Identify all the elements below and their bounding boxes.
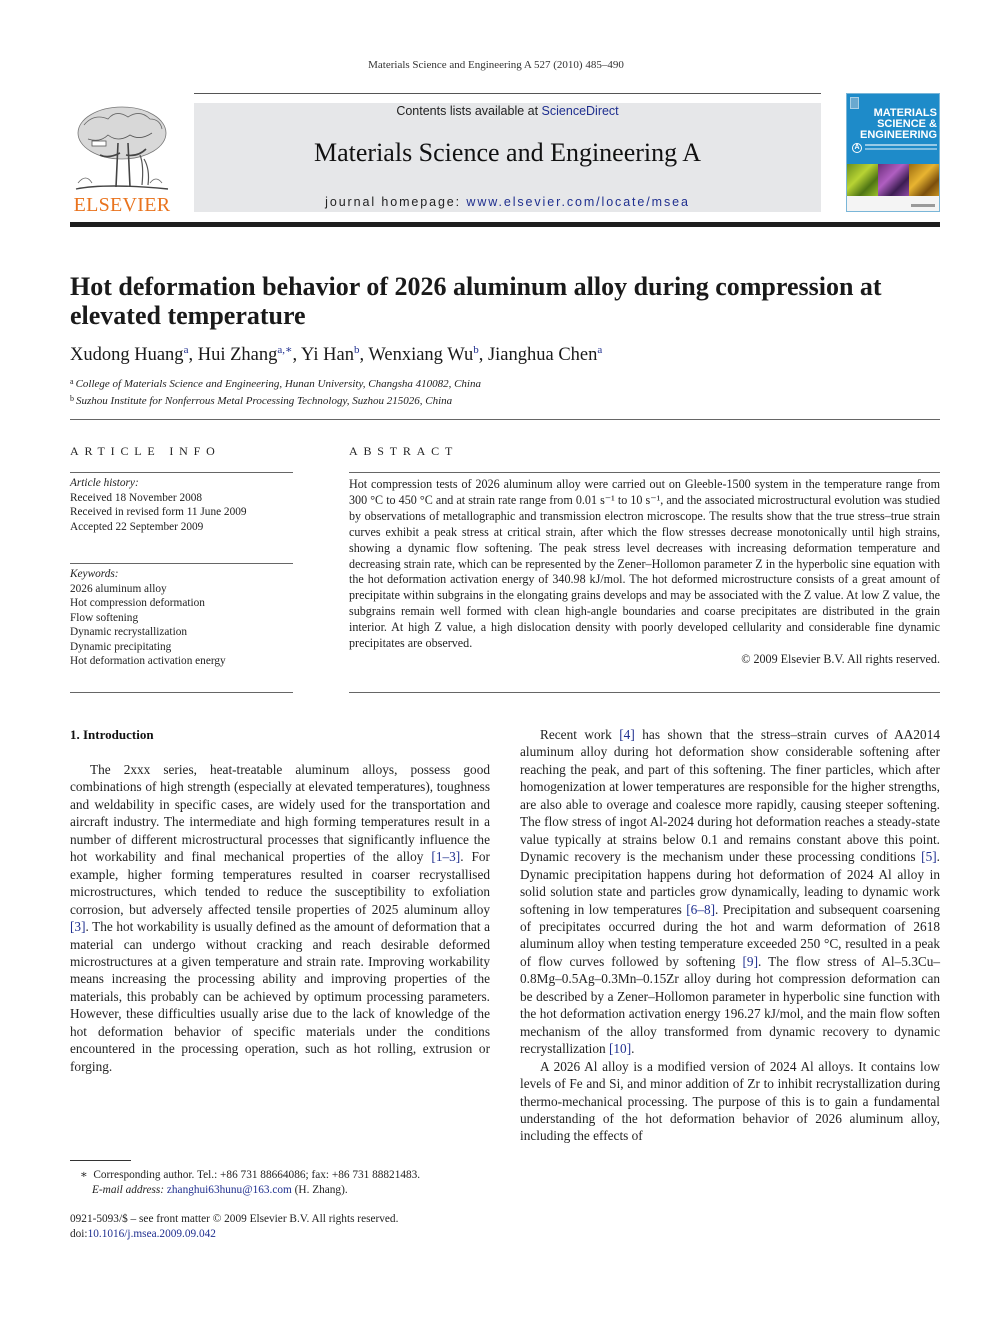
doi-label: doi: [70, 1227, 88, 1240]
divider [70, 472, 293, 473]
cover-micrograph-orange [909, 164, 939, 196]
affiliation-mark: a [70, 377, 74, 386]
cover-micrograph-green [847, 164, 878, 196]
keyword: 2026 aluminum alloy [70, 582, 167, 595]
author-name: Xudong Huang [70, 345, 184, 365]
cover-title-line: ENGINEERING [859, 129, 937, 141]
body-paragraph: The 2xxx series, heat-treatable aluminum… [70, 762, 490, 1074]
contents-line: Contents lists available at ScienceDirec… [194, 103, 821, 119]
divider [70, 419, 940, 420]
footnote-mark: ∗ [80, 1169, 88, 1181]
email-suffix: (H. Zhang). [291, 1183, 348, 1196]
journal-masthead: Contents lists available at ScienceDirec… [194, 103, 821, 212]
front-matter: 0921-5093/$ – see front matter © 2009 El… [70, 1212, 510, 1241]
affiliations: a College of Materials Science and Engine… [70, 375, 940, 408]
author-name: Hui Zhang [197, 345, 278, 365]
body-column-right: Recent work [4] has shown that the stres… [520, 726, 940, 1145]
body-paragraph: Recent work [4] has shown that the stres… [520, 727, 941, 1057]
divider [349, 692, 940, 693]
keywords: Keywords: 2026 aluminum alloy Hot compre… [70, 567, 293, 669]
keyword: Hot deformation activation energy [70, 655, 226, 667]
doi-link[interactable]: 10.1016/j.msea.2009.09.042 [88, 1228, 216, 1240]
doi-line: doi:10.1016/j.msea.2009.09.042 [70, 1227, 510, 1242]
email-label: E-mail address: [92, 1183, 165, 1196]
author-name: Wenxiang Wu [368, 345, 474, 365]
contents-prefix: Contents lists available at [396, 104, 542, 118]
citation-link[interactable]: [3] [70, 919, 86, 934]
article-info-heading: ARTICLE INFO [70, 444, 221, 458]
keyword: Dynamic precipitating [70, 640, 172, 653]
abstract: Hot compression tests of 2026 aluminum a… [349, 477, 940, 668]
homepage-prefix: journal homepage: [325, 195, 467, 209]
keyword: Flow softening [70, 611, 139, 624]
cover-title: MATERIALS SCIENCE & ENGINEERING [847, 108, 937, 141]
history-item: Accepted 22 September 2009 [70, 520, 204, 533]
author[interactable]: Yi Hanb [301, 344, 360, 365]
footnote: ∗ Corresponding author. Tel.: +86 731 88… [80, 1168, 510, 1197]
journal-cover-thumbnail[interactable]: MATERIALS SCIENCE & ENGINEERING A [846, 93, 940, 212]
abstract-heading: ABSTRACT [349, 444, 459, 458]
author[interactable]: Wenxiang Wub [368, 344, 479, 365]
history-item: Received 18 November 2008 [70, 491, 203, 504]
affiliation-mark[interactable]: a [597, 344, 602, 356]
author-name: Jianghua Chen [487, 345, 598, 365]
body-column-left: The 2xxx series, heat-treatable aluminum… [70, 761, 490, 1075]
abstract-text: Hot compression tests of 2026 aluminum a… [349, 477, 940, 651]
email-line: E-mail address: zhanghui63hunu@163.com (… [80, 1183, 510, 1198]
citation-link[interactable]: [10] [609, 1041, 631, 1056]
keyword: Dynamic recrystallization [70, 626, 188, 638]
author[interactable]: Hui Zhanga,∗ [197, 344, 293, 365]
cover-footer [847, 196, 939, 211]
author-list: Xudong Huanga, Hui Zhanga,∗, Yi Hanb, We… [70, 344, 603, 365]
issn-line: 0921-5093/$ – see front matter © 2009 El… [70, 1213, 399, 1225]
divider [70, 692, 293, 693]
author[interactable]: Xudong Huanga [70, 344, 189, 365]
section-heading-introduction: 1. Introduction [70, 727, 154, 742]
footnote-rule [70, 1160, 131, 1161]
affiliation: a College of Materials Science and Engine… [70, 375, 940, 392]
homepage-line: journal homepage: www.elsevier.com/locat… [194, 194, 821, 210]
affiliation-mark: b [70, 393, 74, 403]
affiliation-mark[interactable]: a,∗ [277, 344, 292, 356]
citation-link[interactable]: [6–8] [686, 902, 715, 917]
tree-icon [75, 106, 169, 190]
keywords-label: Keywords: [70, 568, 119, 580]
affiliation-mark[interactable]: b [354, 344, 360, 356]
article-history-label: Article history: [70, 477, 139, 489]
cover-series-letter: A [852, 143, 862, 153]
affiliation-mark[interactable]: a [184, 344, 189, 356]
affiliation-text: College of Materials Science and Enginee… [75, 378, 481, 390]
elsevier-logo[interactable]: ELSEVIER [70, 103, 174, 215]
elsevier-wordmark: ELSEVIER [73, 194, 171, 216]
journal-name: Materials Science and Engineering A [314, 138, 701, 167]
history-item: Received in revised form 11 June 2009 [70, 506, 247, 518]
affiliation-mark[interactable]: b [473, 344, 479, 356]
citation-link[interactable]: [5] [921, 849, 937, 864]
keyword: Hot compression deformation [70, 597, 205, 609]
running-head: Materials Science and Engineering A 527 … [368, 59, 624, 71]
article-history: Article history: Received 18 November 20… [70, 476, 293, 534]
affiliation-text: Suzhou Institute for Nonferrous Metal Pr… [76, 394, 453, 407]
header-rule [194, 93, 821, 94]
citation-link[interactable]: [1–3] [431, 849, 460, 864]
corresponding-author-text: Corresponding author. Tel.: +86 731 8866… [93, 1169, 421, 1181]
citation-link[interactable]: [4] [619, 727, 635, 742]
divider [349, 472, 940, 473]
cover-micrograph-purple [878, 164, 909, 196]
header-thick-rule [70, 222, 940, 227]
divider [70, 563, 293, 564]
email-link[interactable]: zhanghui63hunu@163.com [167, 1184, 292, 1196]
article-title: Hot deformation behavior of 2026 aluminu… [70, 272, 882, 330]
corresponding-author-note: ∗ Corresponding author. Tel.: +86 731 88… [80, 1168, 510, 1183]
body-paragraph: A 2026 Al alloy is a modified version of… [520, 1058, 940, 1144]
journal-homepage-link[interactable]: www.elsevier.com/locate/msea [466, 195, 689, 209]
abstract-copyright: © 2009 Elsevier B.V. All rights reserved… [741, 651, 940, 666]
sciencedirect-link[interactable]: ScienceDirect [542, 104, 619, 118]
cover-subtitle [865, 144, 937, 150]
author[interactable]: Jianghua Chena [487, 344, 602, 365]
author-name: Yi Han [301, 345, 354, 365]
citation-link[interactable]: [9] [743, 954, 759, 969]
affiliation: b Suzhou Institute for Nonferrous Metal P… [70, 392, 940, 409]
